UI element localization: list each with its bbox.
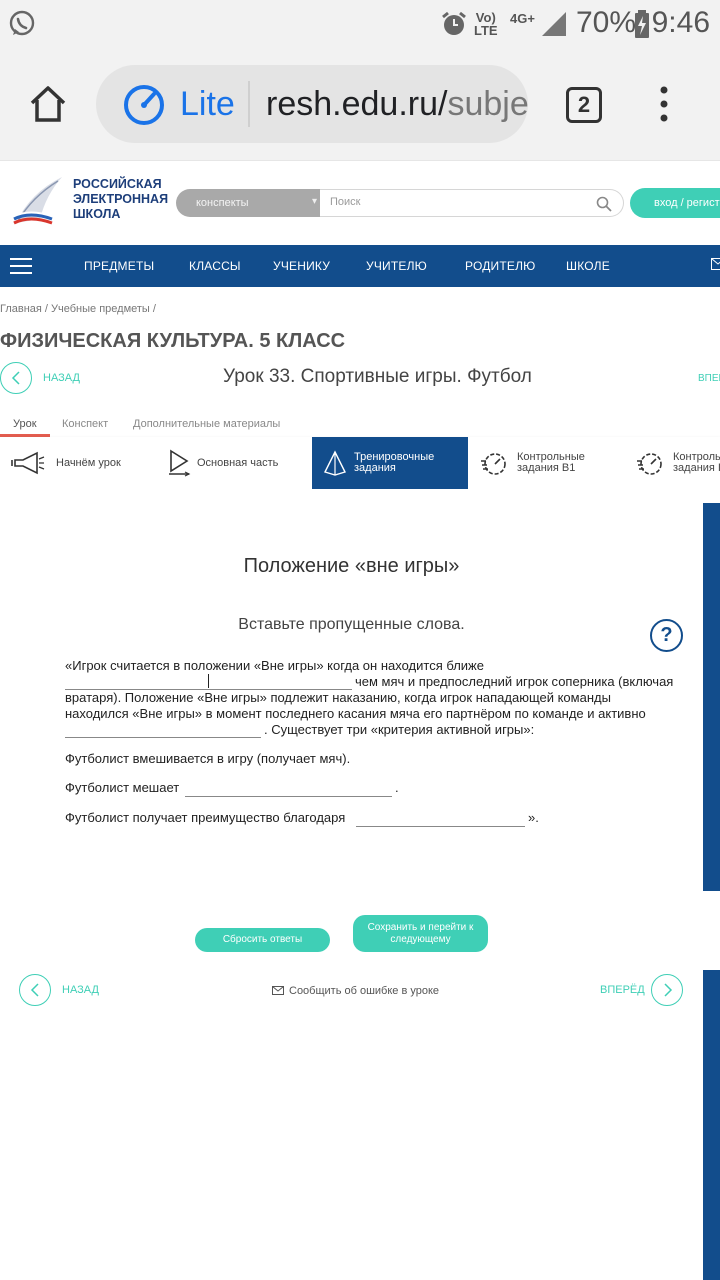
stopwatch-icon	[636, 450, 664, 476]
menu-icon[interactable]	[10, 258, 32, 274]
side-panel-top	[703, 503, 720, 891]
home-icon[interactable]	[28, 84, 68, 124]
url-divider	[248, 81, 250, 127]
criterion-1: Футболист вмешивается в игру (получает м…	[65, 751, 351, 766]
clock: 9:46	[651, 6, 710, 39]
section-main[interactable]: Основная часть	[156, 437, 312, 489]
play-icon	[167, 449, 191, 477]
tab-switcher-button[interactable]: 2	[566, 87, 602, 123]
megaphone-icon	[11, 451, 45, 475]
report-error-link[interactable]: Сообщить об ошибке в уроке	[272, 985, 439, 997]
reset-answers-button[interactable]: Сбросить ответы	[195, 928, 330, 952]
login-button[interactable]: вход / регистр	[630, 188, 720, 218]
back-label-top[interactable]: НАЗАД	[43, 372, 80, 384]
category-select[interactable]: конспекты	[176, 189, 320, 217]
text-line: чем мяч и предпоследний игрок соперника …	[355, 674, 674, 689]
task-area	[0, 489, 720, 1280]
section-control-b2[interactable]: Контроль задания I	[624, 437, 720, 489]
lite-label: Lite	[180, 85, 235, 123]
site-header: РОССИЙСКАЯ ЭЛЕКТРОННАЯ ШКОЛА конспекты в…	[0, 160, 720, 246]
chevron-left-icon	[29, 983, 41, 997]
nav-school[interactable]: ШКОЛЕ	[566, 259, 610, 273]
text-line: «Игрок считается в положении «Вне игры» …	[65, 658, 484, 673]
nav-student[interactable]: УЧЕНИКУ	[273, 259, 330, 273]
tab-lesson[interactable]: Урок	[13, 418, 37, 430]
logo-text[interactable]: РОССИЙСКАЯ ЭЛЕКТРОННАЯ ШКОЛА	[73, 177, 168, 222]
lite-mode-icon	[122, 83, 166, 127]
back-button-top[interactable]	[0, 362, 32, 394]
tab-summary[interactable]: Конспект	[62, 418, 108, 430]
search-input[interactable]	[330, 196, 580, 208]
save-and-next-button[interactable]: Сохранить и перейти к следующему	[353, 915, 488, 952]
blank-field-2[interactable]	[65, 737, 261, 738]
next-label-bottom[interactable]: ВПЕРЁД	[600, 984, 645, 996]
battery-percent: 70%	[576, 6, 637, 39]
breadcrumb[interactable]: Главная / Учебные предметы /	[0, 303, 156, 315]
lesson-sections: Начнём урок Основная часть Тренировочные…	[0, 437, 720, 489]
criterion-2-label: Футболист мешает	[65, 780, 180, 795]
section-start[interactable]: Начнём урок	[0, 437, 156, 489]
chevron-left-icon	[10, 371, 22, 385]
back-button-bottom[interactable]	[19, 974, 51, 1006]
course-title: ФИЗИЧЕСКАЯ КУЛЬТУРА. 5 КЛАСС	[0, 330, 346, 352]
battery-charging-icon	[634, 10, 650, 38]
text-cursor	[208, 674, 209, 688]
blank-field-4[interactable]	[356, 826, 525, 827]
whatsapp-icon	[8, 10, 36, 38]
task-title: Положение «вне игры»	[243, 555, 460, 577]
browser-toolbar: Lite resh.edu.ru/subje 2	[0, 48, 720, 160]
signal-icon	[540, 11, 568, 37]
mail-icon[interactable]	[711, 258, 720, 270]
nav-subjects[interactable]: ПРЕДМЕТЫ	[84, 259, 154, 273]
tab-extra-materials[interactable]: Дополнительные материалы	[133, 418, 280, 430]
network-type: 4G+	[510, 11, 535, 26]
task-instruction: Вставьте пропущенные слова.	[238, 616, 465, 633]
search-box	[320, 189, 624, 217]
more-options-icon[interactable]	[658, 86, 670, 122]
address-bar[interactable]: Lite resh.edu.ru/subje	[96, 65, 528, 143]
chevron-right-icon	[662, 983, 674, 997]
help-button[interactable]: ?	[650, 619, 683, 652]
lesson-title: Урок 33. Спортивные игры. Футбол	[223, 366, 532, 387]
volte-indicator: Vo) LTE	[474, 10, 498, 38]
nav-classes[interactable]: КЛАССЫ	[189, 259, 241, 273]
text-line: вратаря). Положение «Вне игры» подлежит …	[65, 690, 611, 705]
nav-parent[interactable]: РОДИТЕЛЮ	[465, 259, 536, 273]
back-label-bottom[interactable]: НАЗАД	[62, 984, 99, 996]
status-bar: Vo) LTE 4G+ 70% 9:46	[0, 0, 720, 48]
text-line: находился «Вне игры» в момент последнего…	[65, 706, 646, 721]
next-button-bottom[interactable]	[651, 974, 683, 1006]
next-label-top[interactable]: ВПЕР	[698, 373, 720, 384]
stopwatch-icon	[480, 450, 508, 476]
criterion-3-tail: ».	[528, 810, 539, 825]
alarm-icon	[440, 10, 468, 38]
text-line: . Существует три «критерия активной игры…	[264, 722, 535, 737]
blank-field-3[interactable]	[185, 796, 392, 797]
search-icon[interactable]	[596, 196, 612, 212]
envelope-icon	[272, 986, 284, 995]
nav-teacher[interactable]: УЧИТЕЛЮ	[366, 259, 427, 273]
criterion-3-label: Футболист получает преимущество благодар…	[65, 810, 346, 825]
criterion-2-tail: .	[395, 780, 399, 795]
section-training[interactable]: Тренировочные задания	[312, 437, 468, 489]
pyramid-icon	[323, 450, 347, 476]
side-panel-bottom	[703, 970, 720, 1280]
section-control-b1[interactable]: Контрольные задания В1	[468, 437, 624, 489]
main-nav: ПРЕДМЕТЫ КЛАССЫ УЧЕНИКУ УЧИТЕЛЮ РОДИТЕЛЮ…	[0, 245, 720, 287]
url-text[interactable]: resh.edu.ru/subje	[266, 85, 528, 124]
logo-icon[interactable]	[10, 173, 66, 233]
